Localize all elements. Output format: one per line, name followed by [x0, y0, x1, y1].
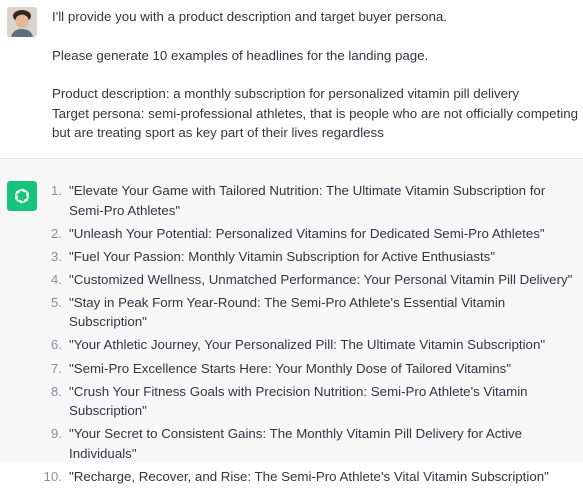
list-number: 9.: [50, 426, 62, 442]
list-number: 8.: [50, 383, 62, 399]
headline-text: "Your Secret to Consistent Gains: The Mo…: [69, 426, 523, 461]
user-paragraph: Please generate 10 examples of headlines…: [52, 47, 429, 63]
user-paragraph: Target persona: semi-professional athlet…: [52, 105, 579, 141]
user-avatar: [7, 7, 37, 37]
list-item: 8. "Crush Your Fitness Goals with Precisi…: [38, 382, 583, 421]
user-paragraph: Product description: a monthly subscript…: [52, 86, 520, 101]
headline-text: "Your Athletic Journey, Your Personalize…: [69, 337, 546, 353]
list-item: 5. "Stay in Peak Form Year-Round: The Sem…: [38, 293, 583, 332]
headline-text: "Fuel Your Passion: Monthly Vitamin Subs…: [69, 248, 496, 264]
list-item: 2. "Unleash Your Potential: Personalized …: [38, 224, 583, 244]
list-item: 1. "Elevate Your Game with Tailored Nutri…: [38, 181, 583, 220]
list-number: 4.: [50, 271, 62, 287]
headline-text: "Stay in Peak Form Year-Round: The Semi-…: [69, 294, 506, 330]
headline-text: "Semi-Pro Excellence Starts Here: Your M…: [69, 360, 512, 376]
list-item: 7. "Semi-Pro Excellence Starts Here: Your…: [38, 359, 583, 379]
list-number: 7.: [50, 360, 62, 376]
list-number: 10.: [43, 468, 63, 484]
list-item: 9. "Your Secret to Consistent Gains: The …: [38, 424, 583, 463]
headline-list: 1. "Elevate Your Game with Tailored Nutri…: [38, 181, 583, 490]
list-number: 1.: [50, 183, 62, 198]
list-number: 2.: [50, 225, 62, 241]
assistant-message: 1. "Elevate Your Game with Tailored Nutri…: [0, 159, 583, 484]
user-message: I'll provide you with a product descript…: [0, 0, 583, 159]
list-item: 4. "Customized Wellness, Unmatched Perfor…: [38, 270, 583, 290]
list-item: 6. "Your Athletic Journey, Your Personali…: [38, 335, 583, 355]
headline-text: "Unleash Your Potential: Personalized Vi…: [69, 225, 545, 241]
list-number: 5.: [50, 294, 62, 310]
headline-text: "Recharge, Recover, and Rise: The Semi-P…: [69, 468, 549, 484]
list-number: 3.: [50, 248, 62, 264]
list-number: 6.: [50, 337, 62, 353]
headline-text: "Elevate Your Game with Tailored Nutriti…: [69, 183, 546, 218]
headline-text: "Crush Your Fitness Goals with Precision…: [69, 383, 528, 419]
chatgpt-logo-icon: [7, 181, 37, 211]
user-message-text: I'll provide you with a product descript…: [52, 7, 580, 143]
list-item: 3. "Fuel Your Passion: Monthly Vitamin Su…: [38, 247, 583, 267]
list-item: 10. "Recharge, Recover, and Rise: The Sem…: [38, 467, 583, 487]
user-paragraph: I'll provide you with a product descript…: [52, 9, 448, 24]
headline-text: "Customized Wellness, Unmatched Performa…: [69, 271, 573, 287]
